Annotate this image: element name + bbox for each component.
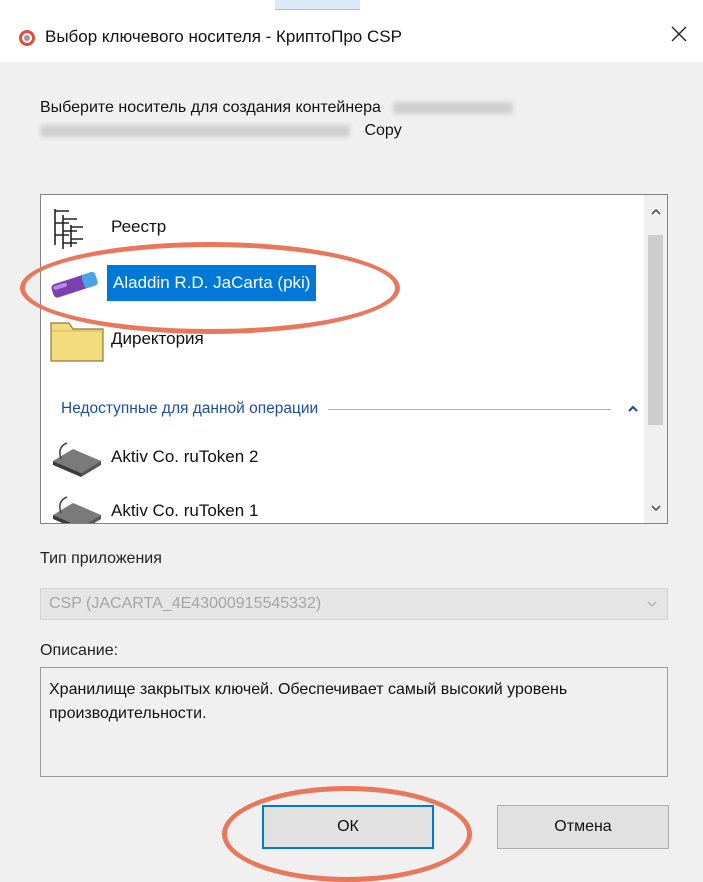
smartcard-reader-icon <box>53 442 101 477</box>
list-scrollbar[interactable] <box>644 195 667 523</box>
list-item-label: Реестр <box>111 217 167 236</box>
list-item-label: Директория <box>111 329 204 348</box>
app-type-value: CSP (JACARTA_4E43000915545332) <box>49 595 322 612</box>
list-item-label: Aladdin R.D. JaCarta (pki) <box>107 265 317 301</box>
unavailable-group-header[interactable]: Недоступные для данной операции <box>61 399 641 419</box>
scroll-up-button[interactable] <box>644 201 667 223</box>
window-title: Выбор ключевого носителя - КриптоПро CSP <box>45 27 402 46</box>
list-item-jacarta[interactable]: Aladdin R.D. JaCarta (pki) <box>47 257 317 309</box>
scroll-down-icon <box>650 505 661 512</box>
list-item-label: Aktiv Co. ruToken 1 <box>111 501 259 520</box>
prompt-line2-tail: Copy <box>364 122 402 139</box>
scroll-down-button[interactable] <box>644 497 667 519</box>
group-header-divider <box>328 408 611 410</box>
prompt-line1: Выберите носитель для создания контейнер… <box>40 99 381 116</box>
smartcard-reader-icon <box>53 496 101 523</box>
chevron-down-icon <box>637 598 667 610</box>
usb-token-icon <box>51 271 98 298</box>
scrollbar-thumb[interactable] <box>648 235 663 425</box>
list-item-registry[interactable]: Реестр <box>47 201 170 253</box>
redacted-container-name-2 <box>40 124 350 137</box>
prompt-text: Выберите носитель для создания контейнер… <box>40 96 650 142</box>
cancel-button[interactable]: Отмена <box>497 805 669 849</box>
background-strip <box>0 0 703 14</box>
list-item-rutoken-1: Aktiv Co. ruToken 1 <box>47 485 262 523</box>
redacted-container-name <box>393 101 514 114</box>
description-text: Хранилище закрытых ключей. Обеспечивает … <box>40 667 668 777</box>
chevron-up-icon[interactable] <box>625 401 641 417</box>
group-header-title: Недоступные для данной операции <box>61 400 319 417</box>
app-type-label: Тип приложения <box>40 550 162 567</box>
background-tab <box>275 0 360 10</box>
list-item-rutoken-2: Aktiv Co. ruToken 2 <box>47 431 262 483</box>
folder-icon <box>50 322 104 362</box>
scroll-up-icon <box>650 208 661 215</box>
dialog-window: Выбор ключевого носителя - КриптоПро CSP… <box>0 14 703 882</box>
description-label: Описание: <box>40 642 119 659</box>
ok-button[interactable]: ОК <box>262 805 434 849</box>
close-icon <box>671 26 687 42</box>
cryptopro-app-icon <box>19 30 35 46</box>
title-bar: Выбор ключевого носителя - КриптоПро CSP <box>0 14 703 62</box>
list-item-label: Aktiv Co. ruToken 2 <box>111 447 259 466</box>
media-listbox[interactable]: Реестр Aladdin R.D. JaCarta (pki) Директ… <box>40 194 668 524</box>
app-type-select: CSP (JACARTA_4E43000915545332) <box>40 588 668 620</box>
close-button[interactable] <box>655 14 703 54</box>
list-item-directory[interactable]: Директория <box>47 313 208 365</box>
registry-icon <box>54 209 83 249</box>
